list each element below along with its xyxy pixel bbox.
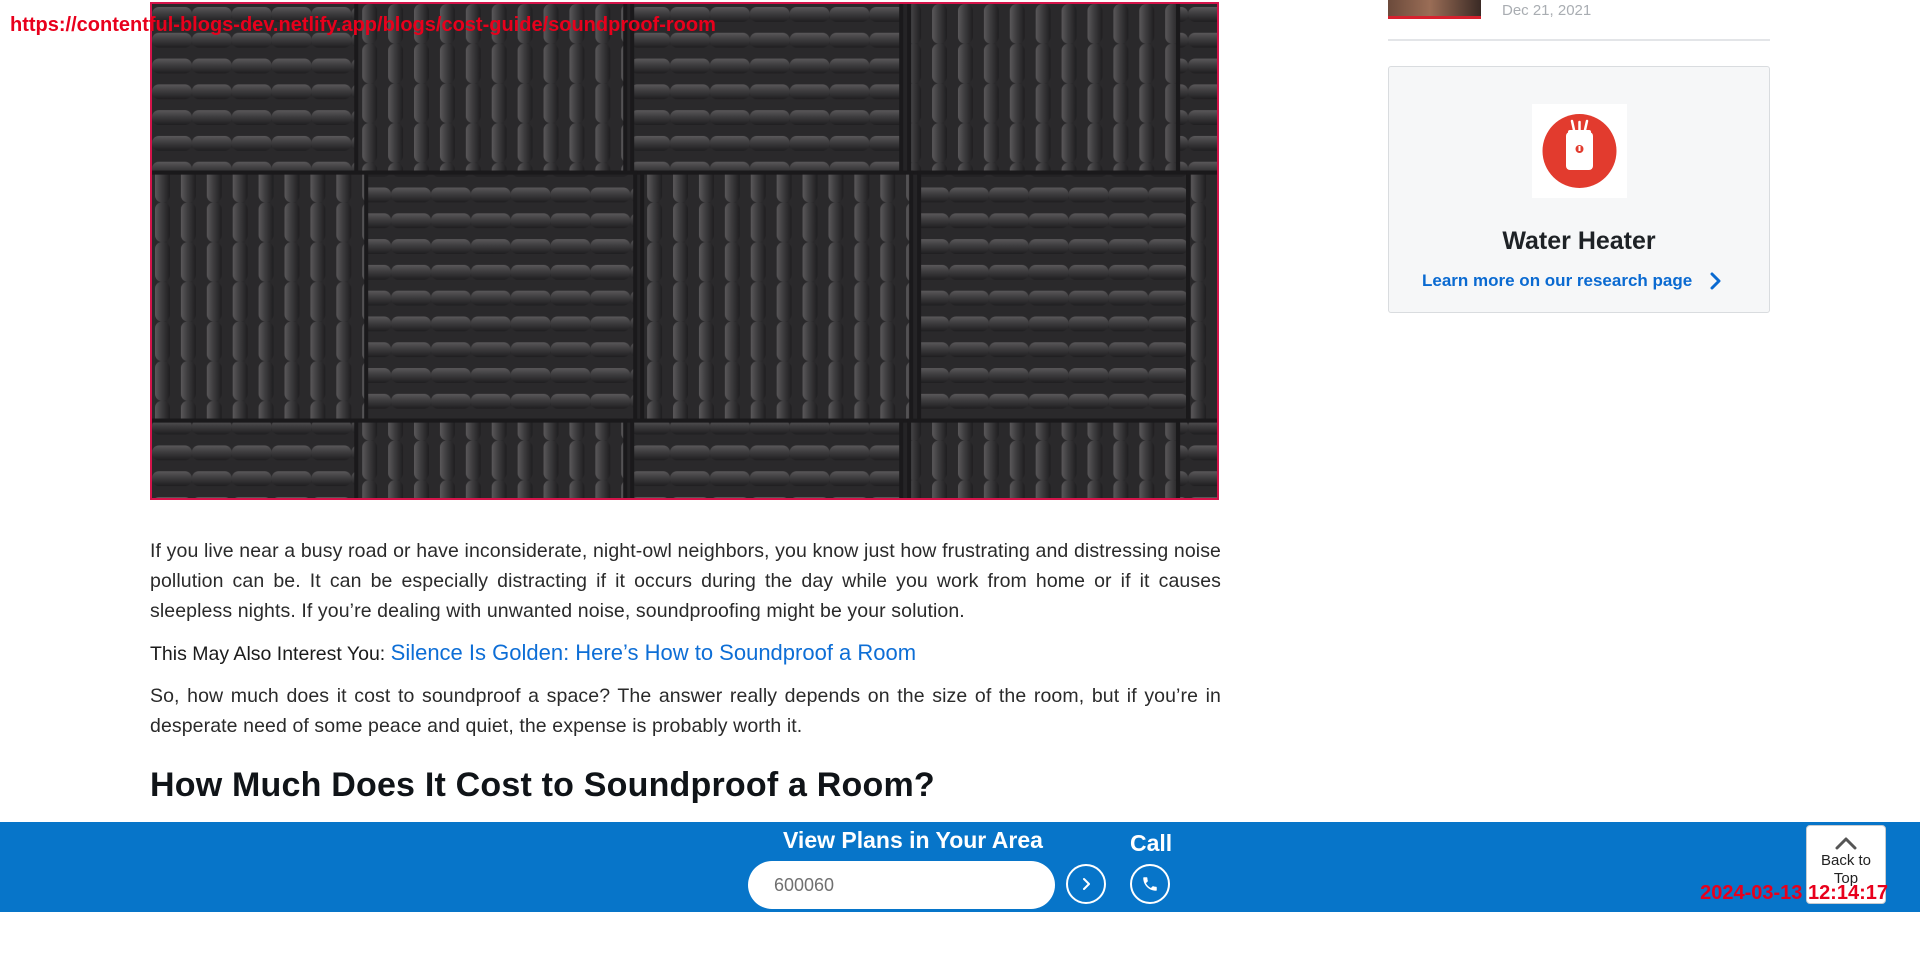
article-paragraph: If you live near a busy road or have inc… bbox=[150, 540, 1221, 622]
article-paragraph: So, how much does it cost to soundproof … bbox=[150, 685, 1221, 737]
sidebar-divider bbox=[1388, 39, 1770, 41]
related-article: This May Also Interest You: Silence Is G… bbox=[150, 638, 1221, 669]
article-body: If you live near a busy road or have inc… bbox=[150, 536, 1221, 807]
related-article-link[interactable]: Silence Is Golden: Here’s How to Soundpr… bbox=[391, 640, 916, 665]
zip-submit-button[interactable] bbox=[1066, 864, 1106, 904]
recent-post-date: Dec 21, 2021 bbox=[1502, 2, 1592, 19]
chevron-right-icon bbox=[1710, 272, 1721, 290]
view-plans-title: View Plans in Your Area bbox=[783, 827, 1043, 853]
call-button[interactable] bbox=[1130, 864, 1170, 904]
call-label: Call bbox=[1130, 830, 1173, 856]
research-link-label: Learn more on our research page bbox=[1422, 271, 1693, 290]
research-card: Water Heater Learn more on our research … bbox=[1388, 66, 1770, 313]
water-heater-icon bbox=[1532, 104, 1627, 198]
timestamp-overlay: 2024-03-13 12:14:17 bbox=[1700, 882, 1888, 904]
chevron-right-icon bbox=[1083, 878, 1090, 890]
research-page-link[interactable]: Learn more on our research page bbox=[1422, 271, 1722, 291]
hero-image-acoustic-foam bbox=[150, 2, 1219, 500]
page-url-overlay: https://contentful-blogs-dev.netlify.app… bbox=[10, 14, 716, 36]
phone-icon bbox=[1143, 877, 1157, 891]
view-plans-bar: View Plans in Your Area Call bbox=[0, 822, 1920, 912]
related-article-label: This May Also Interest You: bbox=[150, 643, 386, 665]
card-title: Water Heater bbox=[1502, 227, 1656, 255]
zip-code-input[interactable] bbox=[748, 861, 1055, 909]
section-heading: How Much Does It Cost to Soundproof a Ro… bbox=[150, 766, 935, 804]
recent-post-thumbnail[interactable] bbox=[1388, 0, 1481, 19]
chevron-up-icon bbox=[1835, 837, 1857, 850]
